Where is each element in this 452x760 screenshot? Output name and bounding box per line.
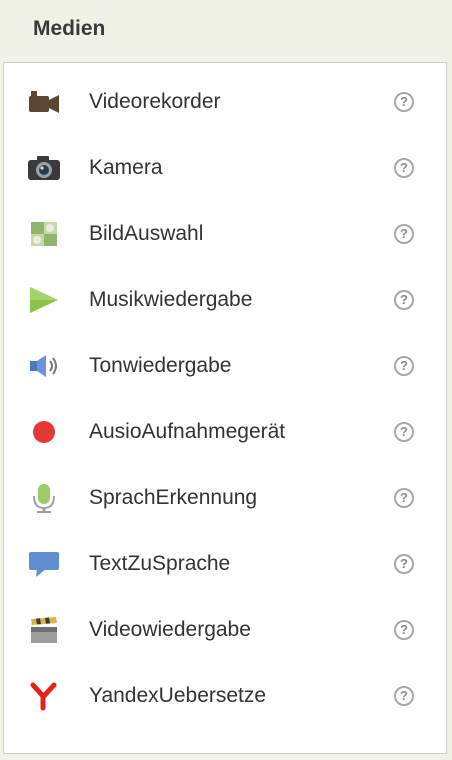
- help-icon[interactable]: ?: [394, 290, 414, 310]
- video-camera-icon: [27, 85, 61, 119]
- component-label: BildAuswahl: [89, 222, 204, 245]
- component-label: Tonwiedergabe: [89, 354, 232, 377]
- component-textzusprache[interactable]: TextZuSprache ?: [4, 525, 446, 591]
- microphone-icon: [27, 481, 61, 515]
- component-label: Videorekorder: [89, 90, 221, 113]
- component-label: Kamera: [89, 156, 163, 179]
- help-icon[interactable]: ?: [394, 686, 414, 706]
- yandex-icon: [27, 679, 61, 713]
- component-tonwiedergabe[interactable]: Tonwiedergabe ?: [4, 327, 446, 393]
- help-icon[interactable]: ?: [394, 158, 414, 178]
- help-icon[interactable]: ?: [394, 488, 414, 508]
- component-yandexuebersetze[interactable]: YandexUebersetze ?: [4, 657, 446, 723]
- help-icon[interactable]: ?: [394, 356, 414, 376]
- component-label: SprachErkennung: [89, 486, 258, 509]
- record-icon: [27, 415, 61, 449]
- help-icon[interactable]: ?: [394, 620, 414, 640]
- component-ausioaufnahmegeraet[interactable]: AusioAufnahmegerät ?: [4, 393, 446, 459]
- component-label: TextZuSprache: [89, 552, 231, 575]
- help-icon[interactable]: ?: [394, 554, 414, 574]
- camera-icon: [27, 151, 61, 185]
- component-label: Videowiedergabe: [89, 618, 251, 641]
- component-label: Musikwiedergabe: [89, 288, 253, 311]
- palette-header[interactable]: Medien: [0, 0, 452, 62]
- media-component-panel: Videorekorder ? Kamera ? BildAuswahl ? M…: [3, 62, 447, 754]
- component-list: Videorekorder ? Kamera ? BildAuswahl ? M…: [4, 63, 446, 723]
- component-label: AusioAufnahmegerät: [89, 420, 286, 443]
- component-videowiedergabe[interactable]: Videowiedergabe ?: [4, 591, 446, 657]
- clapperboard-icon: [27, 613, 61, 647]
- component-videorekorder[interactable]: Videorekorder ?: [4, 63, 446, 129]
- component-musikwiedergabe[interactable]: Musikwiedergabe ?: [4, 261, 446, 327]
- help-icon[interactable]: ?: [394, 422, 414, 442]
- palette-title: Medien: [33, 17, 106, 40]
- play-icon: [27, 283, 61, 317]
- help-icon[interactable]: ?: [394, 92, 414, 112]
- speaker-icon: [27, 349, 61, 383]
- image-picker-icon: [27, 217, 61, 251]
- component-kamera[interactable]: Kamera ?: [4, 129, 446, 195]
- component-label: YandexUebersetze: [89, 684, 267, 707]
- help-icon[interactable]: ?: [394, 224, 414, 244]
- component-bildauswahl[interactable]: BildAuswahl ?: [4, 195, 446, 261]
- component-spracherkennung[interactable]: SprachErkennung ?: [4, 459, 446, 525]
- speech-bubble-icon: [27, 547, 61, 581]
